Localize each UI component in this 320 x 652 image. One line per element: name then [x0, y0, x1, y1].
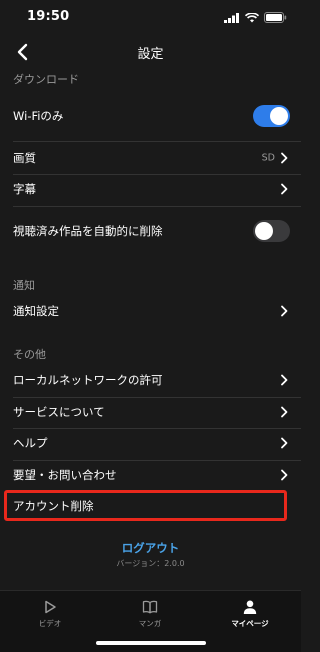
navigation-bar: 設定: [0, 34, 301, 70]
help-label: ヘルプ: [13, 436, 48, 450]
auto-delete-toggle[interactable]: [253, 220, 290, 242]
local-network-label: ローカルネットワークの許可: [13, 373, 163, 387]
battery-icon: [264, 12, 287, 23]
chevron-right-icon: [281, 374, 288, 386]
quality-label: 画質: [13, 151, 36, 165]
chevron-right-icon: [281, 152, 288, 164]
chevron-right-icon: [281, 183, 288, 195]
about-row[interactable]: サービスについて: [0, 396, 301, 428]
local-network-row[interactable]: ローカルネットワークの許可: [0, 364, 301, 396]
page-title: 設定: [137, 47, 164, 62]
quality-value: SD: [261, 152, 275, 164]
chevron-right-icon: [281, 305, 288, 317]
status-bar: 19:50: [0, 0, 301, 34]
tab-label: マンガ: [138, 619, 162, 628]
person-icon: [243, 600, 257, 614]
section-header-notify: 通知: [13, 279, 35, 292]
auto-delete-row: 視聴済み作品を自動的に削除: [0, 215, 301, 247]
tab-manga[interactable]: マンガ: [100, 591, 200, 631]
tab-video[interactable]: ビデオ: [0, 591, 100, 631]
status-icons: [224, 12, 287, 23]
tab-mypage[interactable]: マイページ: [200, 591, 300, 631]
logout-button[interactable]: ログアウト: [0, 540, 301, 556]
auto-delete-label: 視聴済み作品を自動的に削除: [13, 224, 163, 238]
wifi-icon: [245, 12, 259, 22]
chevron-right-icon: [281, 437, 288, 449]
tab-label: ビデオ: [38, 619, 62, 628]
highlight-box: [4, 490, 287, 521]
wifi-only-row: Wi-Fiのみ: [0, 100, 301, 132]
signal-icon: [224, 12, 239, 23]
contact-label: 要望・お問い合わせ: [13, 468, 117, 482]
home-indicator: [95, 641, 206, 645]
play-icon: [45, 600, 56, 614]
divider: [13, 206, 301, 207]
about-label: サービスについて: [13, 405, 105, 419]
toggle-knob: [255, 222, 273, 240]
tab-bar: ビデオ マンガ マイページ: [0, 590, 301, 652]
subtitles-row[interactable]: 字幕: [0, 173, 301, 205]
wifi-only-label: Wi-Fiのみ: [13, 109, 64, 123]
section-header-download: ダウンロード: [13, 73, 79, 86]
wifi-only-toggle[interactable]: [253, 105, 290, 127]
contact-row[interactable]: 要望・お問い合わせ: [0, 459, 301, 491]
chevron-right-icon: [281, 469, 288, 481]
notify-settings-label: 通知設定: [13, 304, 59, 318]
section-header-other: その他: [13, 348, 46, 361]
notify-settings-row[interactable]: 通知設定: [0, 295, 301, 327]
version-label: バージョン：2.0.0: [116, 559, 185, 568]
quality-row[interactable]: 画質 SD: [0, 142, 301, 174]
toggle-knob: [270, 107, 288, 125]
chevron-right-icon: [281, 406, 288, 418]
book-icon: [142, 600, 158, 614]
tab-label: マイページ: [231, 619, 269, 628]
status-time: 19:50: [27, 9, 70, 24]
help-row[interactable]: ヘルプ: [0, 427, 301, 459]
subtitles-label: 字幕: [13, 182, 36, 196]
